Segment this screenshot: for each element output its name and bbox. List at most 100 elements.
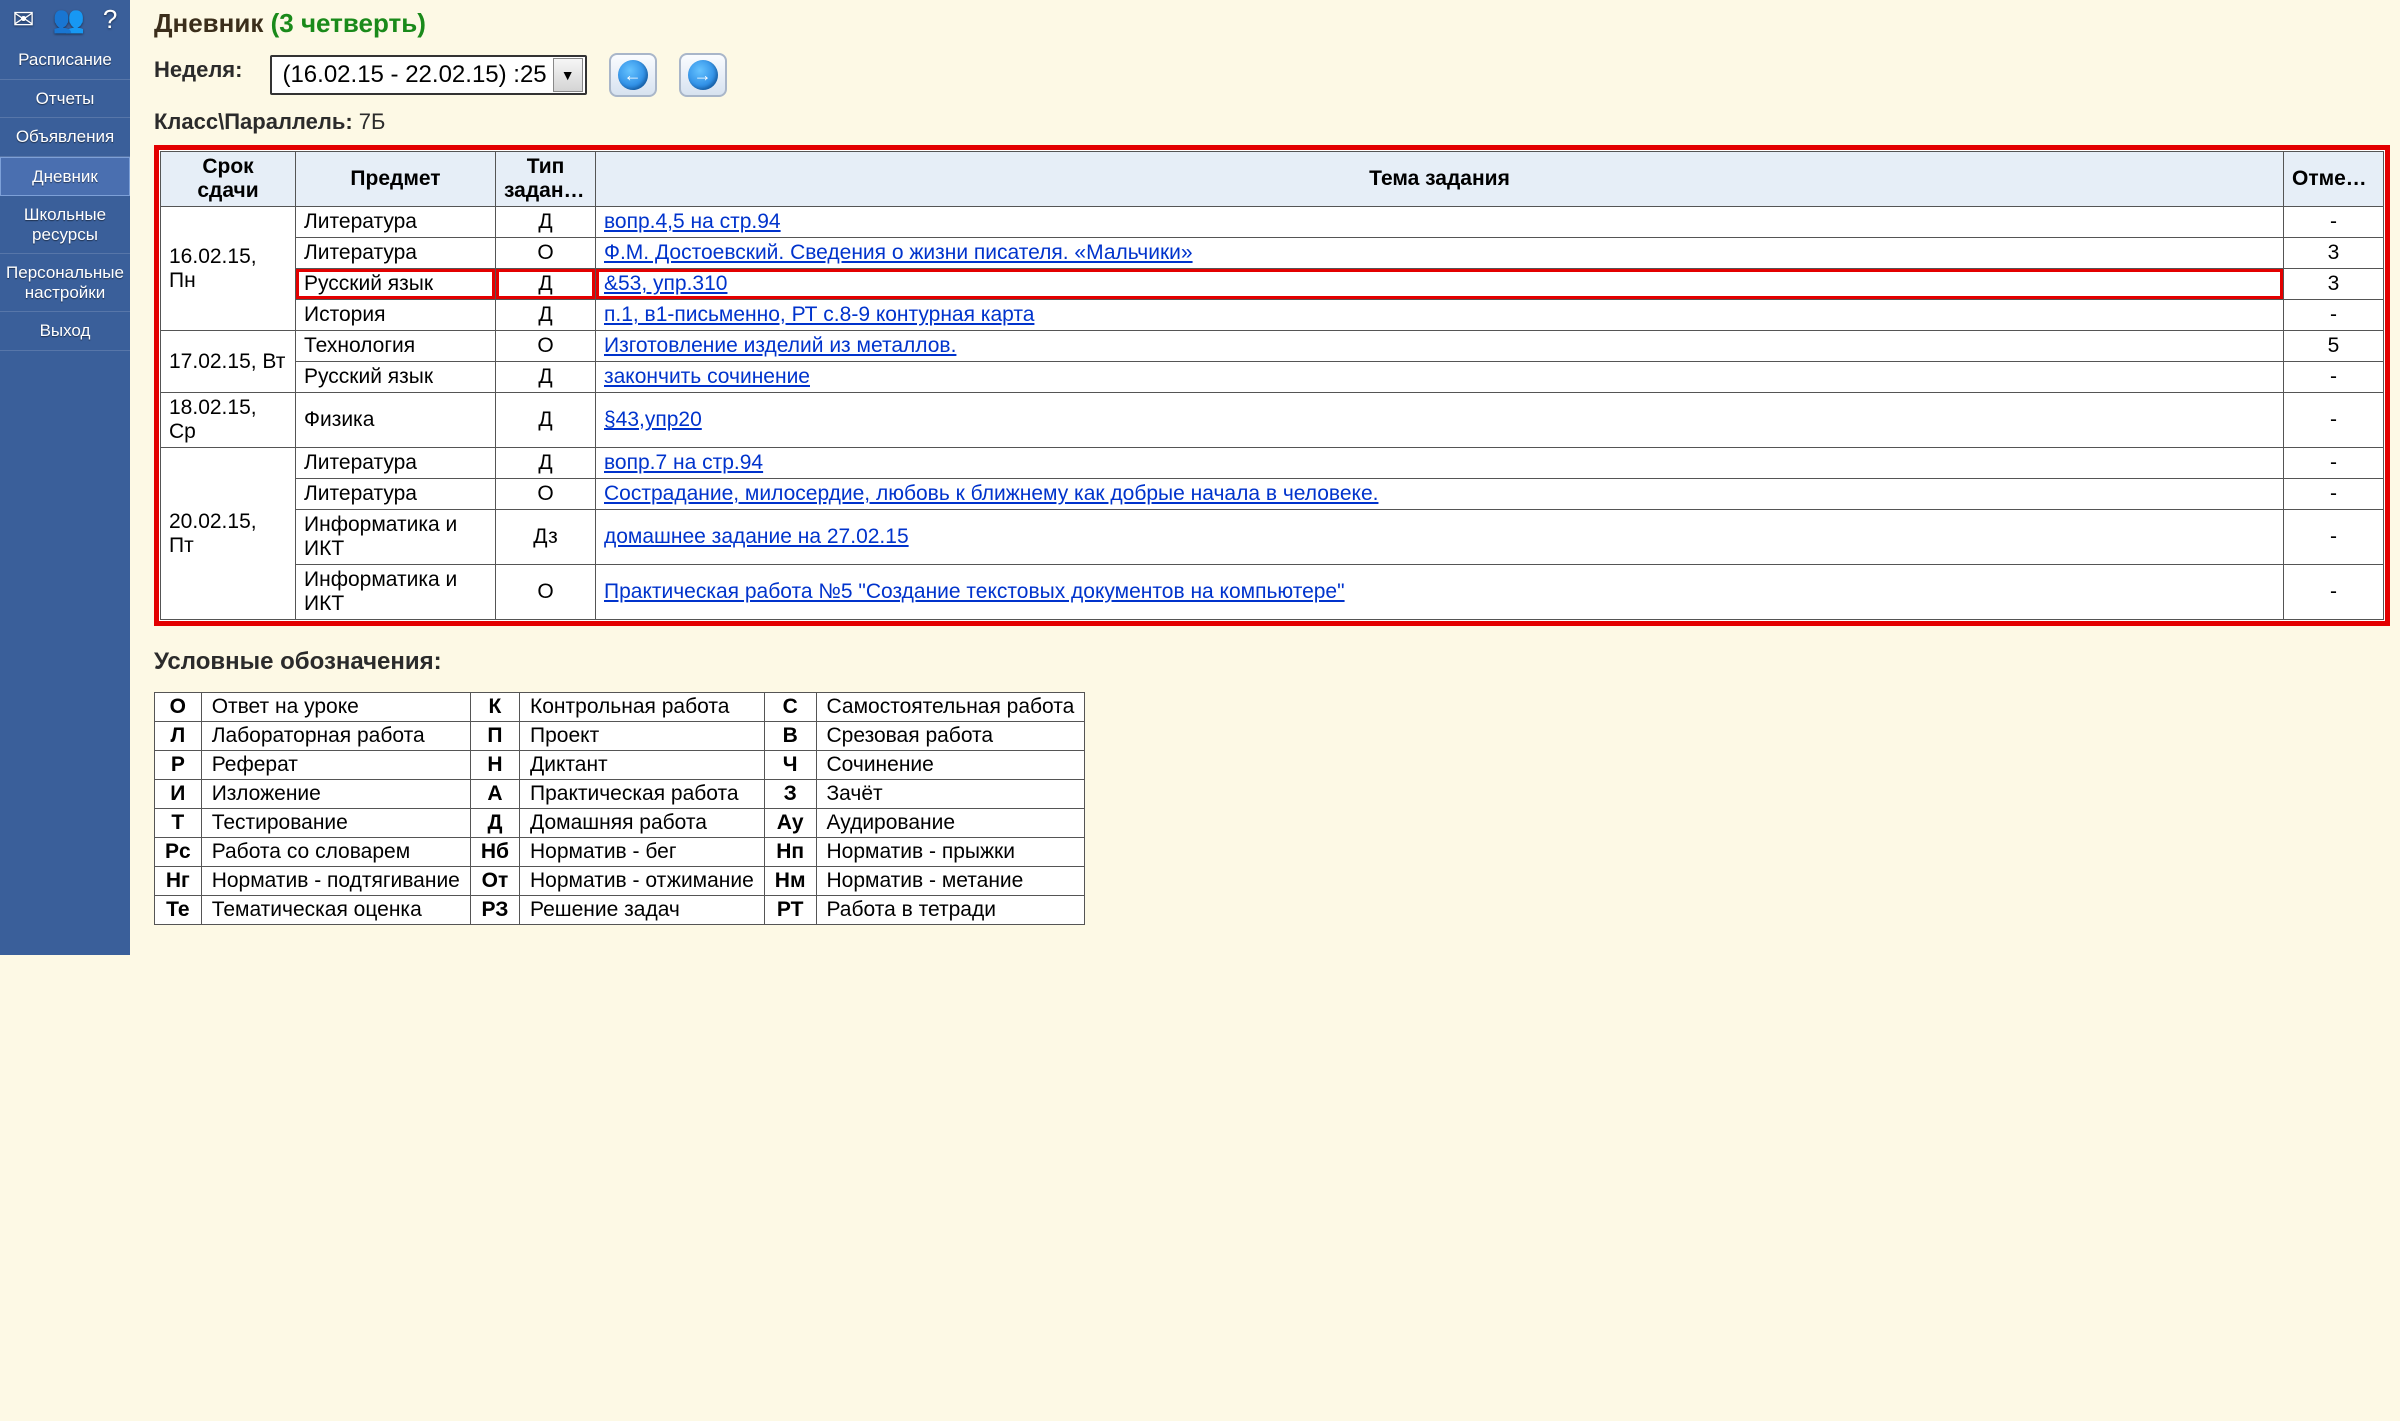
cell-mark: - [2284,565,2384,620]
cell-mark: - [2284,448,2384,479]
cell-subject: Русский язык [296,362,496,393]
legend-row: РРефератНДиктантЧСочинение [155,751,1085,780]
topic-link[interactable]: п.1, в1-письменно, РТ с.8-9 контурная ка… [604,303,1034,326]
legend-code: Нп [764,838,816,867]
week-select[interactable]: (16.02.15 - 22.02.15) :25 ▼ [270,55,586,95]
help-icon[interactable]: ? [103,4,117,35]
legend-desc: Норматив - отжимание [520,867,765,896]
cell-due: 18.02.15, Ср [161,393,296,448]
legend-code: П [470,722,519,751]
legend-code: Ч [764,751,816,780]
cell-topic: &53, упр.310 [596,269,2284,300]
arrow-left-icon: ← [618,60,648,90]
legend-code: И [155,780,202,809]
legend-desc: Тестирование [201,809,470,838]
cell-due: 17.02.15, Вт [161,331,296,393]
topic-link[interactable]: Изготовление изделий из металлов. [604,334,956,357]
legend-row: ООтвет на урокеККонтрольная работаССамос… [155,693,1085,722]
cell-type: Дз [496,510,596,565]
cell-subject: Технология [296,331,496,362]
legend-desc: Сочинение [816,751,1085,780]
legend-row: НгНорматив - подтягиваниеОтНорматив - от… [155,867,1085,896]
topic-link[interactable]: Практическая работа №5 "Создание текстов… [604,580,1345,603]
legend-desc: Лабораторная работа [201,722,470,751]
cell-subject: Информатика и ИКТ [296,510,496,565]
topic-link[interactable]: &53, упр.310 [604,272,727,295]
legend-code: Нм [764,867,816,896]
legend-code: А [470,780,519,809]
legend-row: ИИзложениеАПрактическая работаЗЗачёт [155,780,1085,809]
legend-code: Р [155,751,202,780]
topic-link[interactable]: вопр.4,5 на стр.94 [604,210,781,233]
diary-table: Срок сдачи Предмет Тип задания Тема зада… [160,151,2384,620]
cell-type: Д [496,393,596,448]
cell-mark: 5 [2284,331,2384,362]
legend-desc: Норматив - прыжки [816,838,1085,867]
table-row: 17.02.15, ВтТехнологияОИзготовление изде… [161,331,2384,362]
legend-code: Нг [155,867,202,896]
mail-icon[interactable]: ✉ [13,4,35,35]
sidebar-item[interactable]: Расписание [0,41,130,80]
sidebar-item[interactable]: Дневник [0,157,130,197]
legend-desc: Норматив - метание [816,867,1085,896]
cell-type: Д [496,362,596,393]
legend-code: Н [470,751,519,780]
legend-code: К [470,693,519,722]
sidebar-item[interactable]: Отчеты [0,80,130,119]
cell-mark: - [2284,207,2384,238]
legend-code: З [764,780,816,809]
legend-desc: Ответ на уроке [201,693,470,722]
legend-row: ТТестированиеДДомашняя работаАуАудирован… [155,809,1085,838]
sidebar-item[interactable]: Выход [0,312,130,351]
legend-code: О [155,693,202,722]
legend-code: Т [155,809,202,838]
diary-table-highlight: Срок сдачи Предмет Тип задания Тема зада… [154,145,2390,626]
cell-due: 16.02.15, Пн [161,207,296,331]
topic-link[interactable]: вопр.7 на стр.94 [604,451,763,474]
topic-link[interactable]: закончить сочинение [604,365,810,388]
table-row: Информатика и ИКТДз домашнее задание на 2… [161,510,2384,565]
legend-desc: Работа в тетради [816,896,1085,925]
cell-type: О [496,565,596,620]
cell-type: Д [496,300,596,331]
cell-topic: закончить сочинение [596,362,2284,393]
sidebar-item[interactable]: Школьные ресурсы [0,196,130,254]
class-row: Класс\Параллель: 7Б [154,109,2390,135]
topic-link[interactable]: домашнее задание на 27.02.15 [604,525,909,548]
table-row: Русский языкДзакончить сочинение- [161,362,2384,393]
cell-type: О [496,331,596,362]
legend-code: РЗ [470,896,519,925]
cell-type: О [496,479,596,510]
cell-subject: Литература [296,479,496,510]
table-row: 16.02.15, ПнЛитератураДвопр.4,5 на стр.9… [161,207,2384,238]
topic-link[interactable]: Сострадание, милосердие, любовь к ближне… [604,482,1378,505]
topic-link[interactable]: Ф.М. Достоевский. Сведения о жизни писат… [604,241,1193,264]
legend-desc: Норматив - бег [520,838,765,867]
cell-type: Д [496,207,596,238]
table-row: 20.02.15, ПтЛитератураДвопр.7 на стр.94- [161,448,2384,479]
cell-topic: вопр.7 на стр.94 [596,448,2284,479]
col-due: Срок сдачи [161,152,296,207]
sidebar-item[interactable]: Персональные настройки [0,254,130,312]
col-subject: Предмет [296,152,496,207]
legend-code: Ау [764,809,816,838]
prev-week-button[interactable]: ← [609,53,657,97]
cell-subject: История [296,300,496,331]
week-label: Неделя: [154,57,242,83]
legend-code: Те [155,896,202,925]
cell-subject: Литература [296,207,496,238]
legend-code: В [764,722,816,751]
term-text: (3 четверть) [271,8,426,38]
cell-type: Д [496,269,596,300]
topic-link[interactable]: §43,упр20 [604,408,702,431]
legend-desc: Зачёт [816,780,1085,809]
users-icon[interactable]: 👥 [52,4,84,35]
legend-desc: Диктант [520,751,765,780]
cell-topic: Сострадание, милосердие, любовь к ближне… [596,479,2284,510]
legend-row: ЛЛабораторная работаППроектВСрезовая раб… [155,722,1085,751]
sidebar-item[interactable]: Объявления [0,118,130,157]
sidebar-top-icons: ✉ 👥 ? [0,0,130,41]
cell-subject: Литература [296,448,496,479]
next-week-button[interactable]: → [679,53,727,97]
legend-row: РсРабота со словаремНбНорматив - бегНпНо… [155,838,1085,867]
